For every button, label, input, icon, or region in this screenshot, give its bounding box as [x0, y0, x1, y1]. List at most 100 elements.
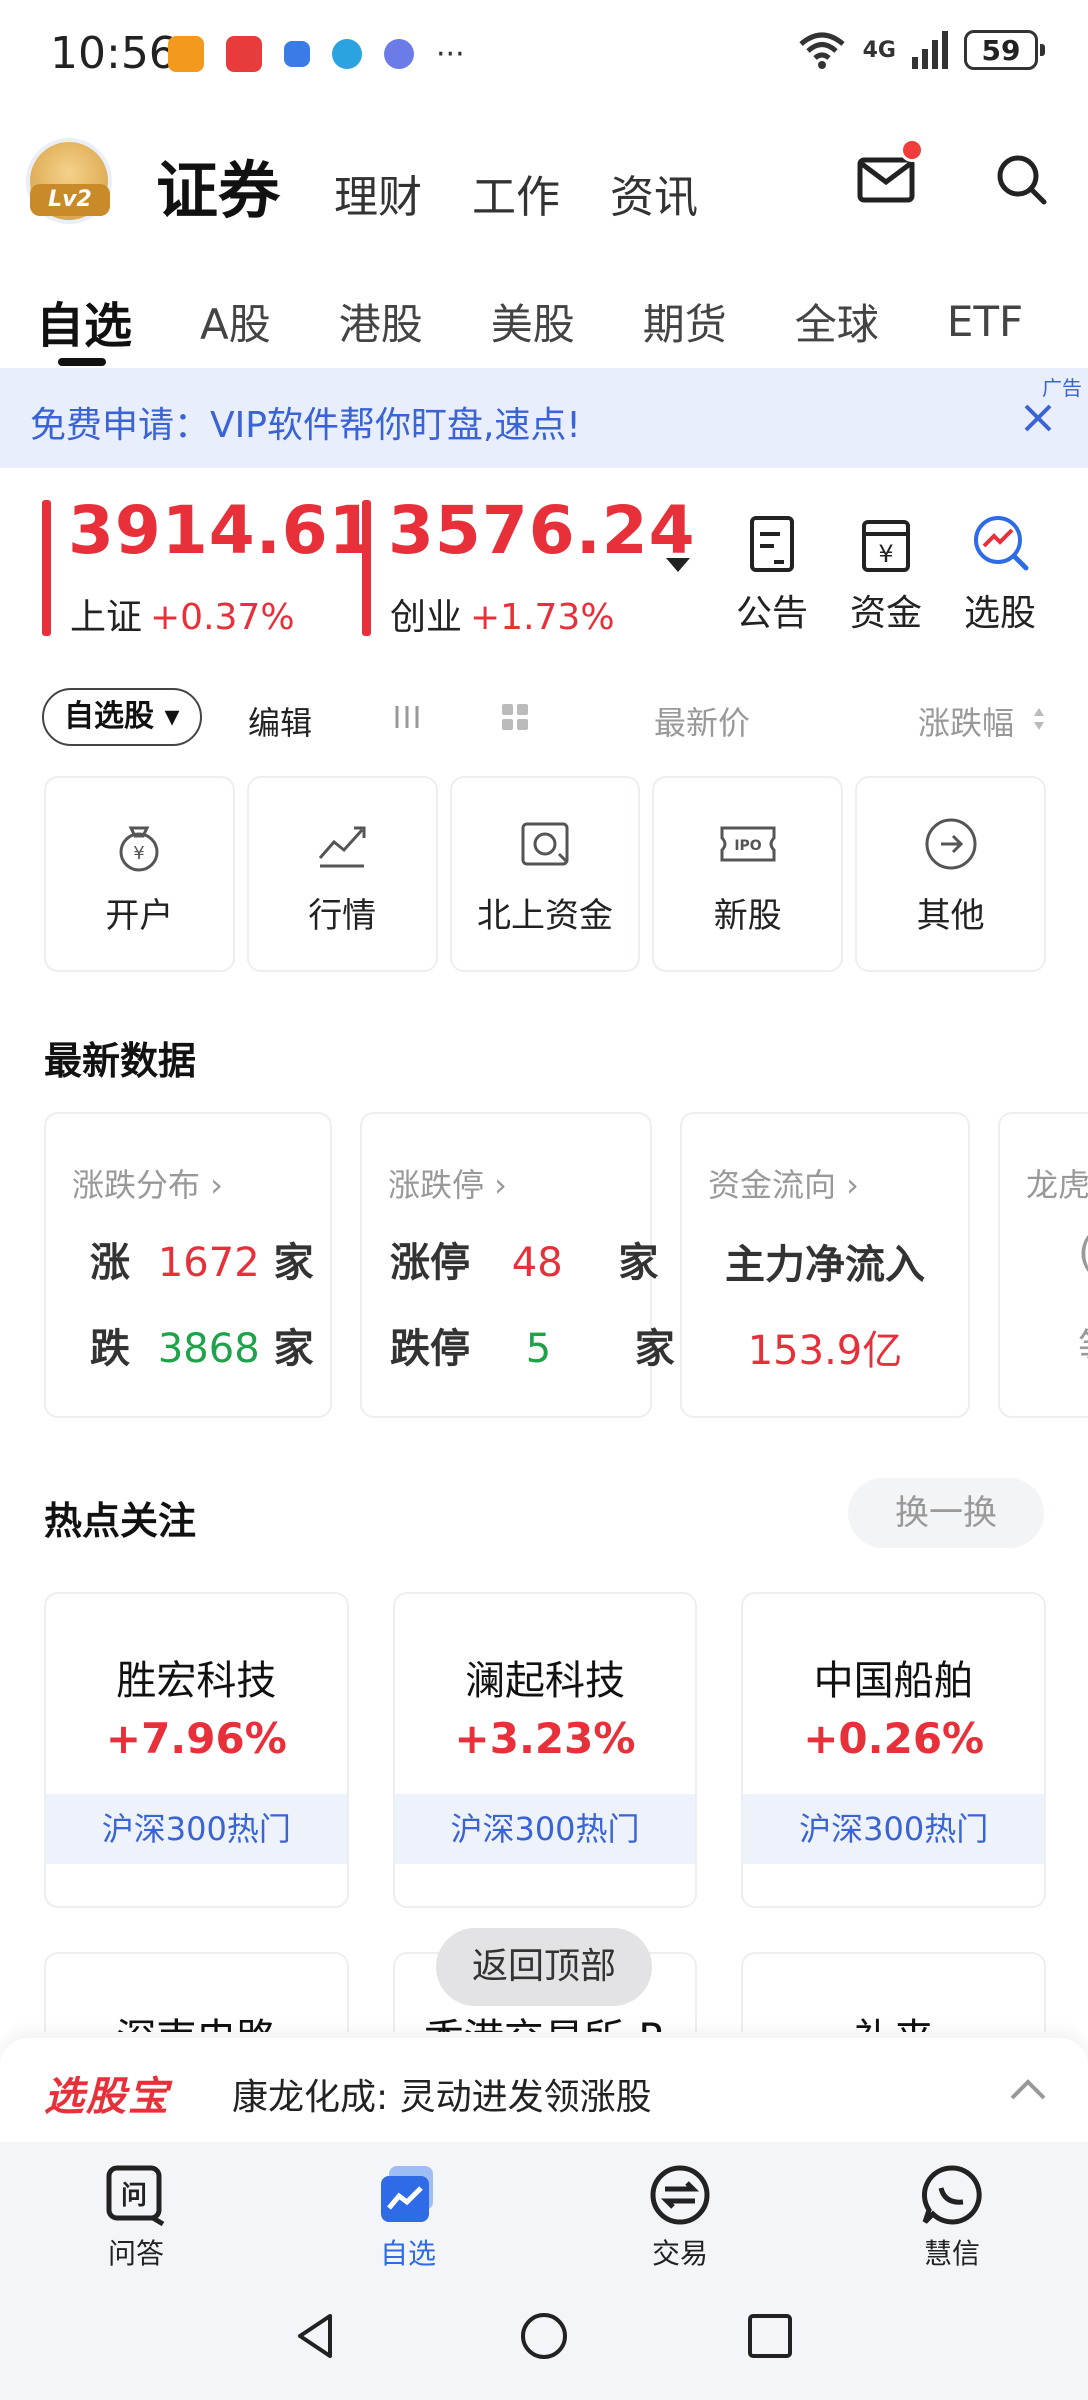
ad-text[interactable]: 免费申请：VIP软件帮你盯盘,速点!: [30, 396, 581, 448]
data-card-head: 涨跌分布 ›: [72, 1166, 223, 1204]
up-count-line: 涨 1672 家: [90, 1240, 314, 1286]
close-icon[interactable]: [1018, 398, 1058, 438]
nav-securities[interactable]: 证券: [156, 140, 280, 230]
data-card-flow[interactable]: 资金流向 › 主力净流入 153.9亿: [680, 1112, 970, 1418]
funds-button[interactable]: ¥ 资金: [836, 512, 936, 636]
service-northbound[interactable]: 北上资金: [449, 776, 641, 972]
latest-price-column[interactable]: 最新价: [654, 698, 750, 744]
status-bar: 10:56 ··· 4G 59: [0, 0, 1088, 110]
question-chat-icon: 问: [106, 2165, 165, 2227]
stock-change: +7.96%: [105, 1714, 287, 1763]
tab-global[interactable]: 全球: [795, 291, 879, 352]
index-row: 3914.61 上证 +0.37% 3576.24 创业 +1.73% 公告 ¥ 资…: [0, 490, 1088, 640]
recents-icon[interactable]: [744, 2310, 796, 2362]
tab-us-stocks[interactable]: 美股: [491, 291, 575, 352]
data-card-head: 龙虎: [1026, 1166, 1088, 1204]
more-notifications-icon: ···: [436, 36, 465, 72]
stock-name: 礼来: [743, 2006, 1044, 2032]
hot-focus-title: 热点关注: [44, 1499, 197, 1543]
search-icon[interactable]: [994, 152, 1050, 208]
message-bubble-icon: [921, 2165, 982, 2225]
svg-text:问: 问: [121, 2181, 147, 2211]
latest-data-title: 最新数据: [44, 1039, 197, 1083]
hot-stock-card[interactable]: 中国船舶 +0.26% 沪深300热门: [741, 1592, 1047, 1908]
service-label: 其他: [916, 896, 985, 936]
stock-change: +0.26%: [803, 1714, 985, 1763]
app-notification-icon: [168, 36, 204, 72]
index-change: +1.73%: [470, 597, 615, 638]
watchlist-selector[interactable]: 自选股 ▾: [42, 688, 202, 746]
stock-picker-headline[interactable]: 康龙化成: 灵动进发领涨股: [232, 2068, 652, 2120]
stock-name: 澜起科技: [465, 1658, 625, 1704]
list-view-icon[interactable]: [392, 702, 422, 732]
hot-stock-card[interactable]: 礼来: [741, 1952, 1047, 2032]
app-notification-icon: [226, 36, 262, 72]
stock-picker-bar[interactable]: 选股宝 康龙化成: 灵动进发领涨股: [0, 2038, 1088, 2142]
unread-dot: [900, 138, 924, 162]
tab-futures[interactable]: 期货: [643, 291, 727, 352]
status-time: 10:56: [50, 28, 177, 79]
nav-wealth[interactable]: 理财: [334, 161, 422, 225]
ad-banner[interactable]: 免费申请：VIP软件帮你盯盘,速点! 广告: [0, 368, 1088, 468]
money-bag-icon: ¥: [119, 826, 159, 872]
market-tabs: 自选 A股 港股 美股 期货 全球 ETF: [0, 276, 1088, 366]
service-open-account[interactable]: ¥ 开户: [44, 776, 235, 972]
data-card-distribution[interactable]: 涨跌分布 › 涨 1672 家 跌 3868 家: [44, 1112, 332, 1418]
signal-icon: [912, 31, 948, 69]
battery-indicator: 59: [964, 30, 1045, 70]
chevron-down-icon[interactable]: [666, 558, 690, 572]
ipo-ticket-icon: IPO: [720, 826, 776, 862]
quick-label: 选股: [963, 593, 1036, 634]
back-icon[interactable]: [290, 2310, 342, 2362]
edit-button[interactable]: 编辑: [248, 698, 312, 744]
svg-text:¥: ¥: [134, 843, 145, 864]
service-ipo[interactable]: IPO 新股: [652, 776, 844, 972]
grid-view-icon[interactable]: [500, 702, 530, 732]
tab-etf[interactable]: ETF: [947, 297, 1023, 346]
data-card-limit[interactable]: 涨跌停 › 涨停 48 家 跌停 5 家: [360, 1112, 675, 1418]
bottom-nav-label: 问答: [107, 2237, 164, 2270]
bottom-nav-trade[interactable]: 交易: [544, 2142, 816, 2272]
stock-search-icon: [974, 516, 1029, 571]
home-icon[interactable]: [518, 2310, 570, 2362]
announcement-button[interactable]: 公告: [722, 512, 822, 636]
stock-name: 深南电路: [46, 2006, 347, 2032]
data-card-dragon-tiger[interactable]: 龙虎 ( 等: [998, 1112, 1088, 1418]
service-market[interactable]: 行情: [246, 776, 438, 972]
service-other[interactable]: 其他: [855, 776, 1046, 972]
system-nav-bar: [0, 2272, 1088, 2400]
yuan-document-icon: ¥: [862, 520, 910, 572]
tab-hk-stocks[interactable]: 港股: [339, 291, 423, 352]
hot-stock-card[interactable]: 深南电路: [44, 1952, 349, 2032]
refresh-button[interactable]: 换一换: [848, 1478, 1044, 1548]
back-to-top-button[interactable]: 返回顶部: [436, 1928, 652, 2006]
change-pct-column[interactable]: 涨跌幅: [918, 698, 1014, 744]
index-name: 上证 +0.37%: [70, 597, 295, 638]
index-shanghai[interactable]: 3914.61 上证 +0.37%: [42, 492, 375, 640]
bottom-nav-qa[interactable]: 问 问答: [0, 2142, 272, 2272]
service-label: 开户: [105, 896, 174, 936]
nav-news[interactable]: 资讯: [610, 161, 698, 225]
hot-focus-row: 胜宏科技 +7.96% 沪深300热门 澜起科技 +3.23% 沪深300热门 …: [44, 1592, 1047, 1908]
index-chinext[interactable]: 3576.24 创业 +1.73%: [362, 492, 695, 640]
northbound-funds-icon: [521, 822, 569, 866]
bottom-nav-label: 慧信: [923, 2237, 980, 2270]
index-bar: [42, 500, 51, 636]
service-label: 行情: [308, 896, 377, 936]
sort-icon[interactable]: [1032, 706, 1046, 732]
chevron-up-icon[interactable]: [1008, 2078, 1048, 2102]
tab-watchlist[interactable]: 自选: [36, 286, 132, 356]
stock-tag: 沪深300热门: [394, 1794, 696, 1864]
nav-work[interactable]: 工作: [472, 161, 560, 225]
bottom-nav-message[interactable]: 慧信: [816, 2142, 1088, 2272]
bottom-nav-watchlist[interactable]: 自选: [272, 2142, 544, 2272]
trend-chart-icon: [319, 826, 366, 868]
network-type: 4G: [862, 37, 896, 63]
ad-label: 广告: [1042, 376, 1082, 400]
tab-a-shares[interactable]: A股: [200, 291, 271, 352]
stock-picker-button[interactable]: 选股: [950, 512, 1050, 636]
service-label: 北上资金: [476, 896, 613, 936]
hot-stock-card[interactable]: 胜宏科技 +7.96% 沪深300热门: [44, 1592, 349, 1908]
hot-stock-card[interactable]: 澜起科技 +3.23% 沪深300热门: [392, 1592, 698, 1908]
main-net-inflow-amount: 153.9亿: [747, 1328, 903, 1374]
